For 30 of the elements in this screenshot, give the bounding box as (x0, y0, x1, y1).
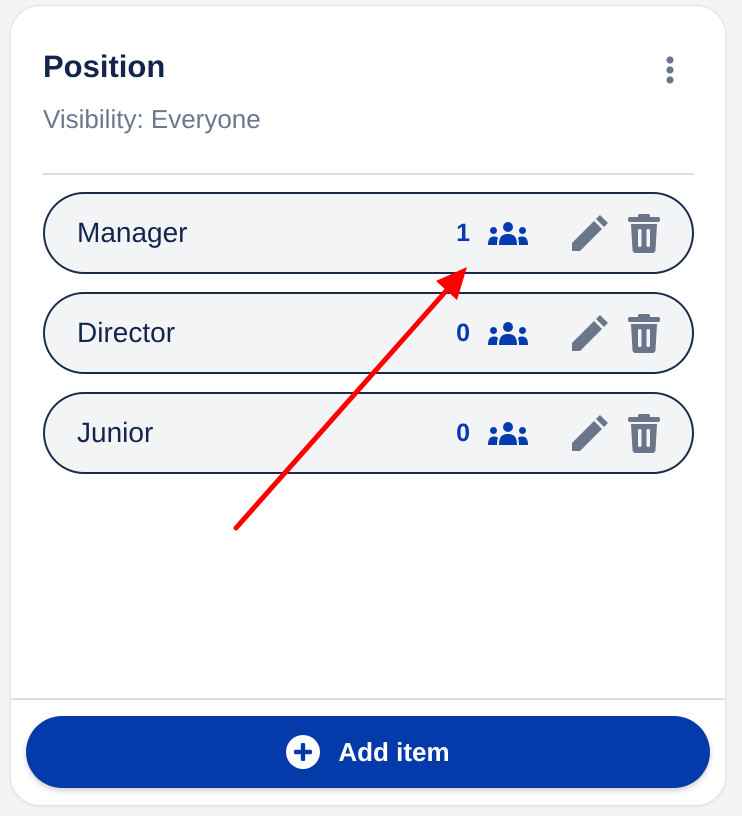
item-label: Director (77, 316, 176, 350)
member-count: 0 (456, 318, 470, 348)
people-group-icon (488, 422, 528, 444)
pencil-icon (572, 215, 608, 251)
people-group-icon (488, 322, 528, 344)
plus-circle-icon (286, 735, 320, 769)
list-item-row[interactable]: Manager 1 (43, 192, 694, 274)
delete-button[interactable] (628, 414, 660, 452)
item-label: Manager (77, 216, 189, 250)
delete-button[interactable] (628, 214, 660, 252)
more-options-button[interactable] (664, 56, 676, 84)
card-title: Position (43, 49, 166, 85)
edit-button[interactable] (572, 215, 608, 251)
list-item-row[interactable]: Director 0 (43, 292, 694, 374)
add-item-button[interactable]: Add item (26, 716, 710, 788)
pencil-icon (572, 315, 608, 351)
member-count: 0 (456, 418, 470, 448)
trash-icon (628, 314, 660, 352)
member-count: 1 (456, 218, 470, 248)
edit-button[interactable] (572, 415, 608, 451)
kebab-menu-icon (664, 56, 676, 84)
item-label: Junior (77, 416, 154, 450)
people-group-icon (488, 222, 528, 244)
trash-icon (628, 214, 660, 252)
trash-icon (628, 414, 660, 452)
delete-button[interactable] (628, 314, 660, 352)
visibility-subtitle: Visibility: Everyone (43, 103, 262, 135)
edit-button[interactable] (572, 315, 608, 351)
list-item-row[interactable]: Junior 0 (43, 392, 694, 474)
pencil-icon (572, 415, 608, 451)
